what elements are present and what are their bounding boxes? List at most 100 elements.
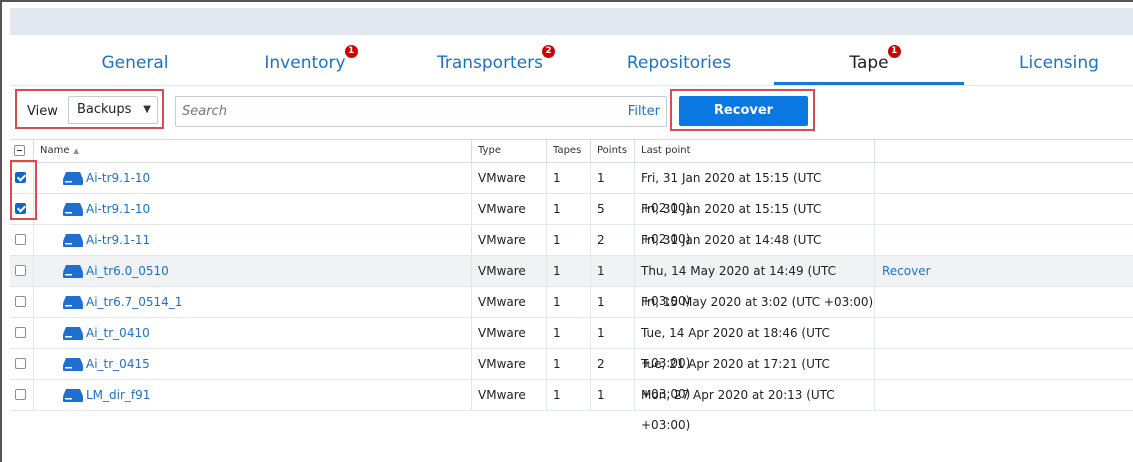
table-row[interactable]: LM_dir_f91 VMware 1 1 Mon, 27 Apr 2020 a… xyxy=(10,380,1133,432)
checkbox-highlight-box xyxy=(10,160,37,220)
last-point-cell: Tue, 14 Apr 2020 at 18:46 (UTC +03:00) xyxy=(635,318,875,370)
table-row[interactable]: Ai-tr9.1-10 VMware 1 5 Fri, 31 Jan 2020 … xyxy=(10,194,1133,246)
column-label: Type xyxy=(478,145,501,156)
view-select[interactable]: Backups ▼ xyxy=(68,96,158,124)
table-row[interactable]: Ai-tr9.1-10 VMware 1 1 Fri, 31 Jan 2020 … xyxy=(10,163,1133,215)
name-cell: Ai-tr9.1-10 xyxy=(34,194,472,224)
active-tab-indicator xyxy=(774,82,964,85)
tab-transporters[interactable]: Transporters 2 xyxy=(385,37,595,85)
vm-backup-icon xyxy=(63,203,83,216)
select-cell xyxy=(10,256,34,286)
column-label: Points xyxy=(597,145,628,156)
select-cell xyxy=(10,380,34,410)
backup-name-link[interactable]: Ai_tr_0415 xyxy=(86,349,150,379)
tapes-cell: 1 xyxy=(547,380,591,410)
row-recover-link[interactable] xyxy=(875,194,1133,224)
last-point-cell: Fri, 15 May 2020 at 3:02 (UTC +03:00) xyxy=(635,287,875,317)
tab-inventory[interactable]: Inventory 1 xyxy=(200,37,410,85)
tab-label: Inventory xyxy=(264,53,346,73)
tab-label: General xyxy=(101,53,169,73)
row-checkbox[interactable] xyxy=(15,296,26,307)
row-checkbox[interactable] xyxy=(15,327,26,338)
backup-name-link[interactable]: Ai_tr6.7_0514_1 xyxy=(86,287,182,317)
table-header: Name ▲ Type Tapes Points Last point xyxy=(10,139,1133,163)
filter-link[interactable]: Filter xyxy=(628,104,660,119)
tapes-cell: 1 xyxy=(547,287,591,317)
column-header-last-point[interactable]: Last point xyxy=(635,140,875,162)
table-row[interactable]: Ai_tr_0410 VMware 1 1 Tue, 14 Apr 2020 a… xyxy=(10,318,1133,370)
select-cell xyxy=(10,225,34,255)
backup-name-link[interactable]: Ai_tr6.0_0510 xyxy=(86,256,169,286)
vm-backup-icon xyxy=(63,296,83,309)
table-row[interactable]: Ai_tr6.7_0514_1 VMware 1 1 Fri, 15 May 2… xyxy=(10,287,1133,318)
column-header-points[interactable]: Points xyxy=(591,140,635,162)
tapes-cell: 1 xyxy=(547,163,591,193)
select-cell xyxy=(10,349,34,379)
vm-backup-icon xyxy=(63,327,83,340)
tab-licensing[interactable]: Licensing xyxy=(985,37,1133,85)
column-header-type[interactable]: Type xyxy=(472,140,547,162)
column-label: Last point xyxy=(641,145,691,156)
select-all-cell xyxy=(10,140,34,162)
tab-badge: 2 xyxy=(542,45,556,58)
type-cell: VMware xyxy=(472,256,547,286)
column-header-name[interactable]: Name ▲ xyxy=(34,140,472,162)
points-cell: 1 xyxy=(591,256,635,286)
tab-tape[interactable]: Tape 1 xyxy=(774,37,964,85)
table-row[interactable]: Ai-tr9.1-11 VMware 1 2 Fri, 31 Jan 2020 … xyxy=(10,225,1133,277)
view-label: View xyxy=(27,104,58,119)
tab-repositories[interactable]: Repositories xyxy=(584,37,774,85)
last-point-cell: Tue, 21 Apr 2020 at 17:21 (UTC +03:00) xyxy=(635,349,875,401)
tab-badge: 1 xyxy=(887,45,901,58)
recover-button[interactable]: Recover xyxy=(679,96,808,126)
table-row[interactable]: Ai_tr6.0_0510 VMware 1 1 Thu, 14 May 202… xyxy=(10,256,1133,308)
table-row[interactable]: Ai_tr_0415 VMware 1 2 Tue, 21 Apr 2020 a… xyxy=(10,349,1133,401)
tab-label: Licensing xyxy=(1019,53,1099,73)
row-checkbox[interactable] xyxy=(15,234,26,245)
vm-backup-icon xyxy=(63,234,83,247)
tapes-cell: 1 xyxy=(547,194,591,224)
type-cell: VMware xyxy=(472,163,547,193)
backup-name-link[interactable]: Ai-tr9.1-10 xyxy=(86,194,150,224)
points-cell: 1 xyxy=(591,380,635,410)
type-cell: VMware xyxy=(472,225,547,255)
column-label: Name xyxy=(40,145,70,156)
top-band xyxy=(10,8,1133,35)
tapes-cell: 1 xyxy=(547,349,591,379)
view-select-value: Backups xyxy=(77,102,132,117)
backup-name-link[interactable]: Ai-tr9.1-10 xyxy=(86,163,150,193)
points-cell: 1 xyxy=(591,287,635,317)
type-cell: VMware xyxy=(472,287,547,317)
tapes-cell: 1 xyxy=(547,318,591,348)
backup-name-link[interactable]: Ai_tr_0410 xyxy=(86,318,150,348)
row-checkbox[interactable] xyxy=(15,265,26,276)
points-cell: 5 xyxy=(591,194,635,224)
backup-name-link[interactable]: Ai-tr9.1-11 xyxy=(86,225,150,255)
type-cell: VMware xyxy=(472,194,547,224)
row-recover-link[interactable]: Recover xyxy=(875,256,1133,286)
tapes-cell: 1 xyxy=(547,225,591,255)
name-cell: Ai_tr_0415 xyxy=(34,349,472,379)
name-cell: Ai_tr6.0_0510 xyxy=(34,256,472,286)
row-checkbox[interactable] xyxy=(15,358,26,369)
backup-name-link[interactable]: LM_dir_f91 xyxy=(86,380,150,410)
vm-backup-icon xyxy=(63,172,83,185)
row-recover-link[interactable] xyxy=(875,163,1133,193)
row-recover-link[interactable] xyxy=(875,287,1133,317)
row-checkbox[interactable] xyxy=(15,389,26,400)
type-cell: VMware xyxy=(472,380,547,410)
select-all-checkbox[interactable] xyxy=(14,145,25,156)
row-recover-link[interactable] xyxy=(875,349,1133,379)
tab-label: Repositories xyxy=(626,53,732,73)
name-cell: Ai_tr6.7_0514_1 xyxy=(34,287,472,317)
row-recover-link[interactable] xyxy=(875,225,1133,255)
sort-asc-icon: ▲ xyxy=(73,147,79,155)
row-recover-link[interactable] xyxy=(875,318,1133,348)
row-recover-link[interactable] xyxy=(875,380,1133,410)
points-cell: 2 xyxy=(591,225,635,255)
column-header-tapes[interactable]: Tapes xyxy=(547,140,591,162)
search-input[interactable]: Search Filter xyxy=(175,96,667,127)
type-cell: VMware xyxy=(472,349,547,379)
column-label: Tapes xyxy=(553,145,582,156)
tab-bar: General Inventory 1 Transporters 2 Reposit… xyxy=(10,37,1133,86)
